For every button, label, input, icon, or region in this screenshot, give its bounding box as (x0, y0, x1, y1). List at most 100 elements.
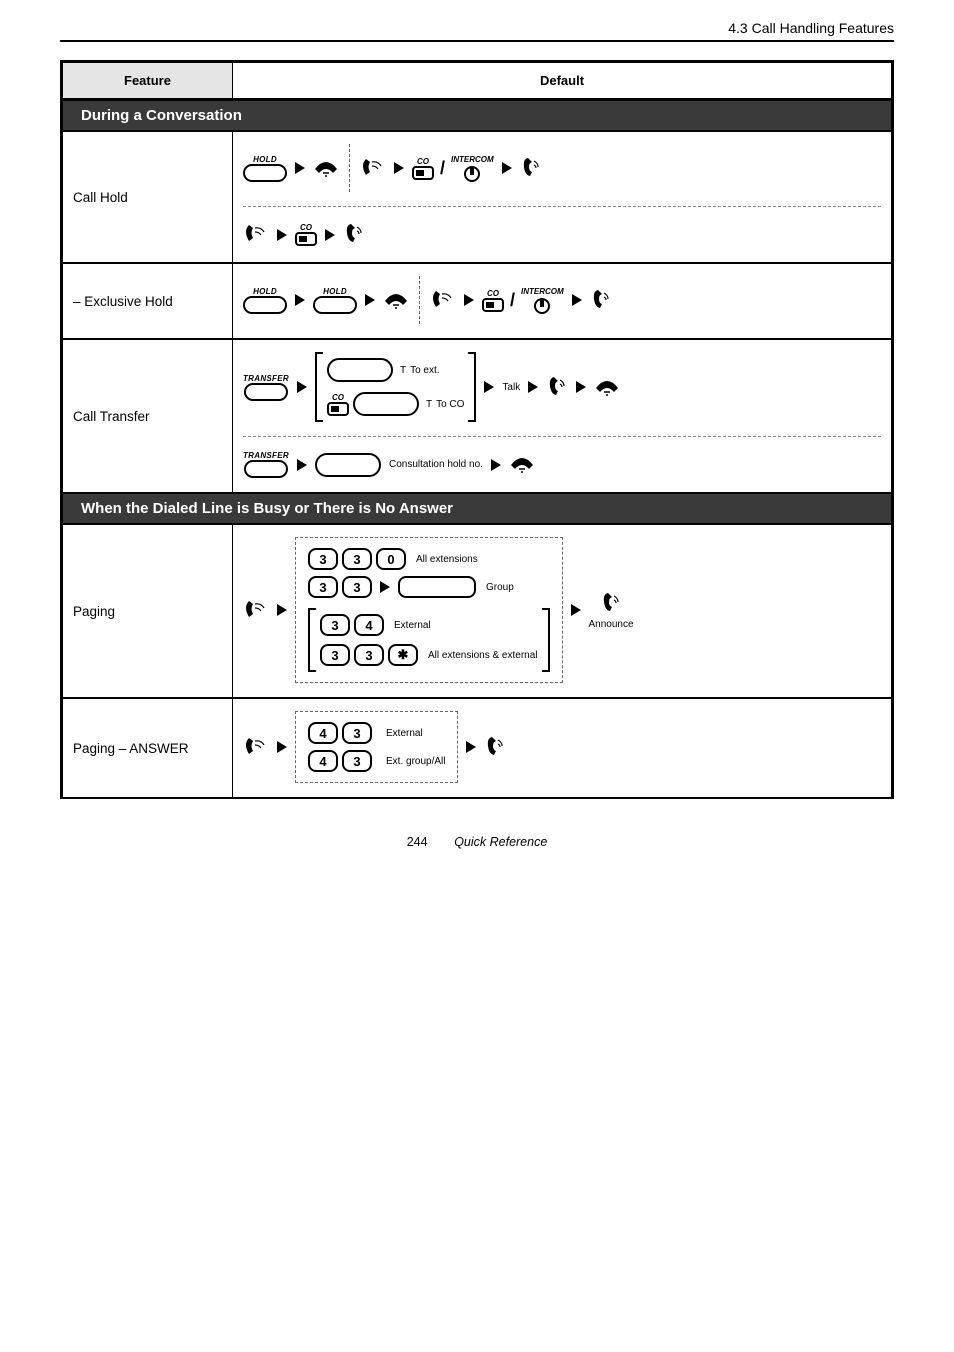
paging-all-ext: 3 3 0 All extensions (308, 548, 550, 570)
section-busy-no-answer: When the Dialed Line is Busy or There is… (62, 493, 892, 524)
arrow-icon (295, 162, 305, 174)
row-paging: Paging 3 3 0 All extensions (62, 524, 892, 698)
talk-icon (600, 590, 622, 617)
to-co-label: T (426, 399, 432, 410)
paging-options-box: 3 3 0 All extensions 3 3 Group (295, 537, 563, 683)
page-footer: 244 Quick Reference (60, 835, 894, 849)
bracket-group: T To ext. CO T To CO (315, 352, 476, 422)
paging-external: 3 4 External (320, 614, 538, 636)
arrow-icon (277, 741, 287, 753)
intercom-button-icon: INTERCOM (451, 155, 494, 182)
offhook-icon (243, 222, 269, 247)
talk-icon (520, 155, 542, 182)
consult-hold-label: Consultation hold no. (389, 459, 483, 470)
key-4: 4 (308, 722, 338, 744)
call-hold-seq-slt: CO (243, 221, 881, 248)
key-3: 3 (320, 644, 350, 666)
arrow-icon (297, 459, 307, 471)
co-button-icon: CO (412, 157, 434, 180)
paging-seq: 3 3 0 All extensions 3 3 Group (243, 537, 881, 683)
slash: / (440, 158, 445, 179)
key-4: 4 (354, 614, 384, 636)
key-star: ✱ (388, 644, 418, 666)
talk-step: Talk (502, 382, 520, 393)
offhook-icon (430, 288, 456, 313)
paging-answer-external: 4 3 External (308, 722, 445, 744)
paging-answer-options-box: 4 3 External 4 3 Ext. group/All (295, 711, 458, 783)
page-header: 4.3 Call Handling Features (60, 20, 894, 36)
dashed-rule (243, 436, 881, 437)
arrow-icon (576, 381, 586, 393)
onhook-icon (313, 157, 339, 180)
dial-field (315, 453, 381, 477)
key-3: 3 (342, 548, 372, 570)
key-3: 3 (354, 644, 384, 666)
row-call-transfer-title: Call Transfer (63, 340, 233, 492)
key-0: 0 (376, 548, 406, 570)
key-3: 3 (320, 614, 350, 636)
footer-title: Quick Reference (454, 835, 547, 849)
offhook-icon (360, 156, 386, 181)
row-call-hold-title: Call Hold (63, 132, 233, 262)
dashed-divider (349, 144, 350, 192)
slash: / (510, 290, 515, 311)
transfer-button: TRANSFER (243, 374, 289, 401)
exclusive-hold-seq: HOLD HOLD CO / (243, 276, 881, 324)
talk-icon (343, 221, 365, 248)
offhook-icon (243, 598, 269, 623)
intercom-button-icon: INTERCOM (521, 287, 564, 314)
row-paging-answer-title: Paging – ANSWER (63, 699, 233, 797)
arrow-icon (571, 604, 581, 616)
arrow-icon (572, 294, 582, 306)
paging-answer-seq: 4 3 External 4 3 Ext. group/All (243, 711, 881, 783)
key-3: 3 (342, 576, 372, 598)
row-paging-answer: Paging – ANSWER 4 3 External 4 (62, 698, 892, 797)
talk-icon (590, 287, 612, 314)
header-rule (60, 40, 894, 42)
paging-answer-group: 4 3 Ext. group/All (308, 750, 445, 772)
co-button-icon: CO (327, 393, 349, 416)
paging-group: 3 3 Group (308, 576, 550, 598)
key-3: 3 (308, 548, 338, 570)
arrow-icon (464, 294, 474, 306)
offhook-icon (243, 735, 269, 760)
call-transfer-seq: TRANSFER T To ext. CO (243, 352, 881, 422)
talk-icon (484, 734, 506, 761)
arrow-icon (502, 162, 512, 174)
paging-ext-subgroup: 3 4 External 3 3 ✱ All extensions & exte… (308, 608, 550, 672)
row-call-hold: Call Hold HOLD CO (62, 131, 892, 263)
row-exclusive-hold-title: – Exclusive Hold (63, 264, 233, 338)
key-3: 3 (342, 750, 372, 772)
announce-step: Announce (589, 590, 634, 630)
hold-button: HOLD (243, 155, 287, 182)
table-header-row: Feature Default (62, 62, 892, 100)
co-button-icon: CO (482, 289, 504, 312)
to-co-text: To CO (436, 399, 464, 410)
call-hold-seq-pt: HOLD CO / INTERCOM (243, 144, 881, 192)
co-button-icon: CO (295, 223, 317, 246)
paging-all-and-ext: 3 3 ✱ All extensions & external (320, 644, 538, 666)
arrow-icon (277, 604, 287, 616)
arrow-icon (295, 294, 305, 306)
arrow-icon (491, 459, 501, 471)
arrow-icon (394, 162, 404, 174)
arrow-icon (380, 581, 390, 593)
onhook-icon (383, 289, 409, 312)
section-conversation: During a Conversation (62, 100, 892, 131)
arrow-icon (325, 229, 335, 241)
key-3: 3 (308, 576, 338, 598)
key-4: 4 (308, 750, 338, 772)
col-default: Default (233, 63, 891, 99)
key-3: 3 (342, 722, 372, 744)
call-transfer-seq-2: TRANSFER Consultation hold no. (243, 451, 881, 478)
onhook-icon (594, 376, 620, 399)
arrow-icon (528, 381, 538, 393)
arrow-icon (466, 741, 476, 753)
arrow-icon (297, 381, 307, 393)
dial-field (353, 392, 419, 416)
col-feature: Feature (63, 63, 233, 99)
onhook-icon (509, 453, 535, 476)
arrow-icon (365, 294, 375, 306)
dashed-divider (419, 276, 420, 324)
row-call-transfer: Call Transfer TRANSFER T To ext. (62, 339, 892, 493)
